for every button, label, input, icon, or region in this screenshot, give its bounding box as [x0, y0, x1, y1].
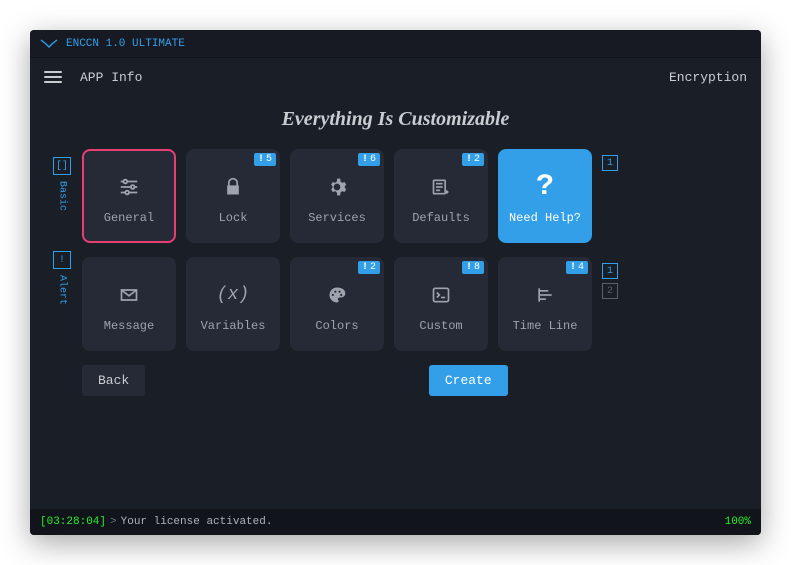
tile-services[interactable]: 6 Services: [290, 149, 384, 243]
palette-icon: [327, 275, 347, 315]
sliders-icon: [118, 167, 140, 207]
page-title: APP Info: [80, 70, 142, 85]
tile-label: Colors: [315, 319, 358, 333]
badge: 4: [566, 261, 588, 274]
badge: 8: [462, 261, 484, 274]
tile-label: Variables: [201, 319, 266, 333]
tile-message[interactable]: Message: [82, 257, 176, 351]
side-label-basic: Basic: [57, 181, 68, 211]
lock-icon: [223, 167, 243, 207]
tile-help[interactable]: ? Need Help?: [498, 149, 592, 243]
side-label-alert: Alert: [57, 275, 68, 305]
badge: 2: [358, 261, 380, 274]
terminal-icon: [431, 275, 451, 315]
status-bar: [03:28:04] > Your license activated. 100…: [30, 509, 761, 535]
tile-label: Message: [104, 319, 154, 333]
end-marks-r2: 1 2: [602, 257, 628, 299]
tile-defaults[interactable]: 2 Defaults: [394, 149, 488, 243]
timeline-icon: [535, 275, 555, 315]
menu-icon[interactable]: [44, 71, 62, 83]
content: [] Basic ! Alert General 5 Loc: [30, 149, 761, 509]
status-prompt: >: [110, 516, 117, 528]
tile-label: Need Help?: [509, 211, 581, 225]
badge: 2: [462, 153, 484, 166]
badge: 6: [358, 153, 380, 166]
tile-row-1: General 5 Lock 6 Services: [82, 149, 731, 243]
tile-colors[interactable]: 2 Colors: [290, 257, 384, 351]
tile-grid: General 5 Lock 6 Services: [82, 149, 731, 509]
tile-label: Custom: [419, 319, 462, 333]
tile-general[interactable]: General: [82, 149, 176, 243]
end-mark: 1: [602, 155, 618, 171]
button-row: Back . . Create: [82, 365, 731, 396]
tile-label: Lock: [219, 211, 248, 225]
end-marks-r1: 1: [602, 149, 628, 171]
top-bar: APP Info Encryption: [30, 58, 761, 96]
status-message: Your license activated.: [121, 516, 273, 528]
back-button[interactable]: Back: [82, 365, 145, 396]
status-percent: 100%: [725, 516, 751, 528]
app-title: ENCCN 1.0 ULTIMATE: [66, 38, 185, 50]
encryption-link[interactable]: Encryption: [669, 70, 747, 85]
end-mark: 2: [602, 283, 618, 299]
variables-icon: (x): [217, 275, 249, 315]
side-mark-basic-box: []: [53, 157, 71, 175]
tile-label: Services: [308, 211, 366, 225]
tile-lock[interactable]: 5 Lock: [186, 149, 280, 243]
tile-timeline[interactable]: 4 Time Line: [498, 257, 592, 351]
tile-label: General: [104, 211, 154, 225]
badge: 5: [254, 153, 276, 166]
status-timestamp: [03:28:04]: [40, 516, 106, 528]
side-mark-alert-box: !: [53, 251, 71, 269]
side-marks: [] Basic ! Alert: [42, 149, 82, 509]
tile-custom[interactable]: 8 Custom: [394, 257, 488, 351]
tile-variables[interactable]: (x) Variables: [186, 257, 280, 351]
title-bar: ENCCN 1.0 ULTIMATE: [30, 30, 761, 58]
tile-label: Defaults: [412, 211, 470, 225]
tile-label: Time Line: [513, 319, 578, 333]
headline: Everything Is Customizable: [30, 108, 761, 131]
gear-icon: [327, 167, 347, 207]
mail-icon: [119, 275, 139, 315]
question-icon: ?: [536, 167, 554, 207]
logo-wings-icon: [40, 39, 58, 49]
list-plus-icon: [431, 167, 451, 207]
tile-row-2: Message (x) Variables 2 Colors 8: [82, 257, 731, 351]
create-button[interactable]: Create: [429, 365, 508, 396]
end-mark: 1: [602, 263, 618, 279]
app-window: ENCCN 1.0 ULTIMATE APP Info Encryption E…: [30, 30, 761, 535]
